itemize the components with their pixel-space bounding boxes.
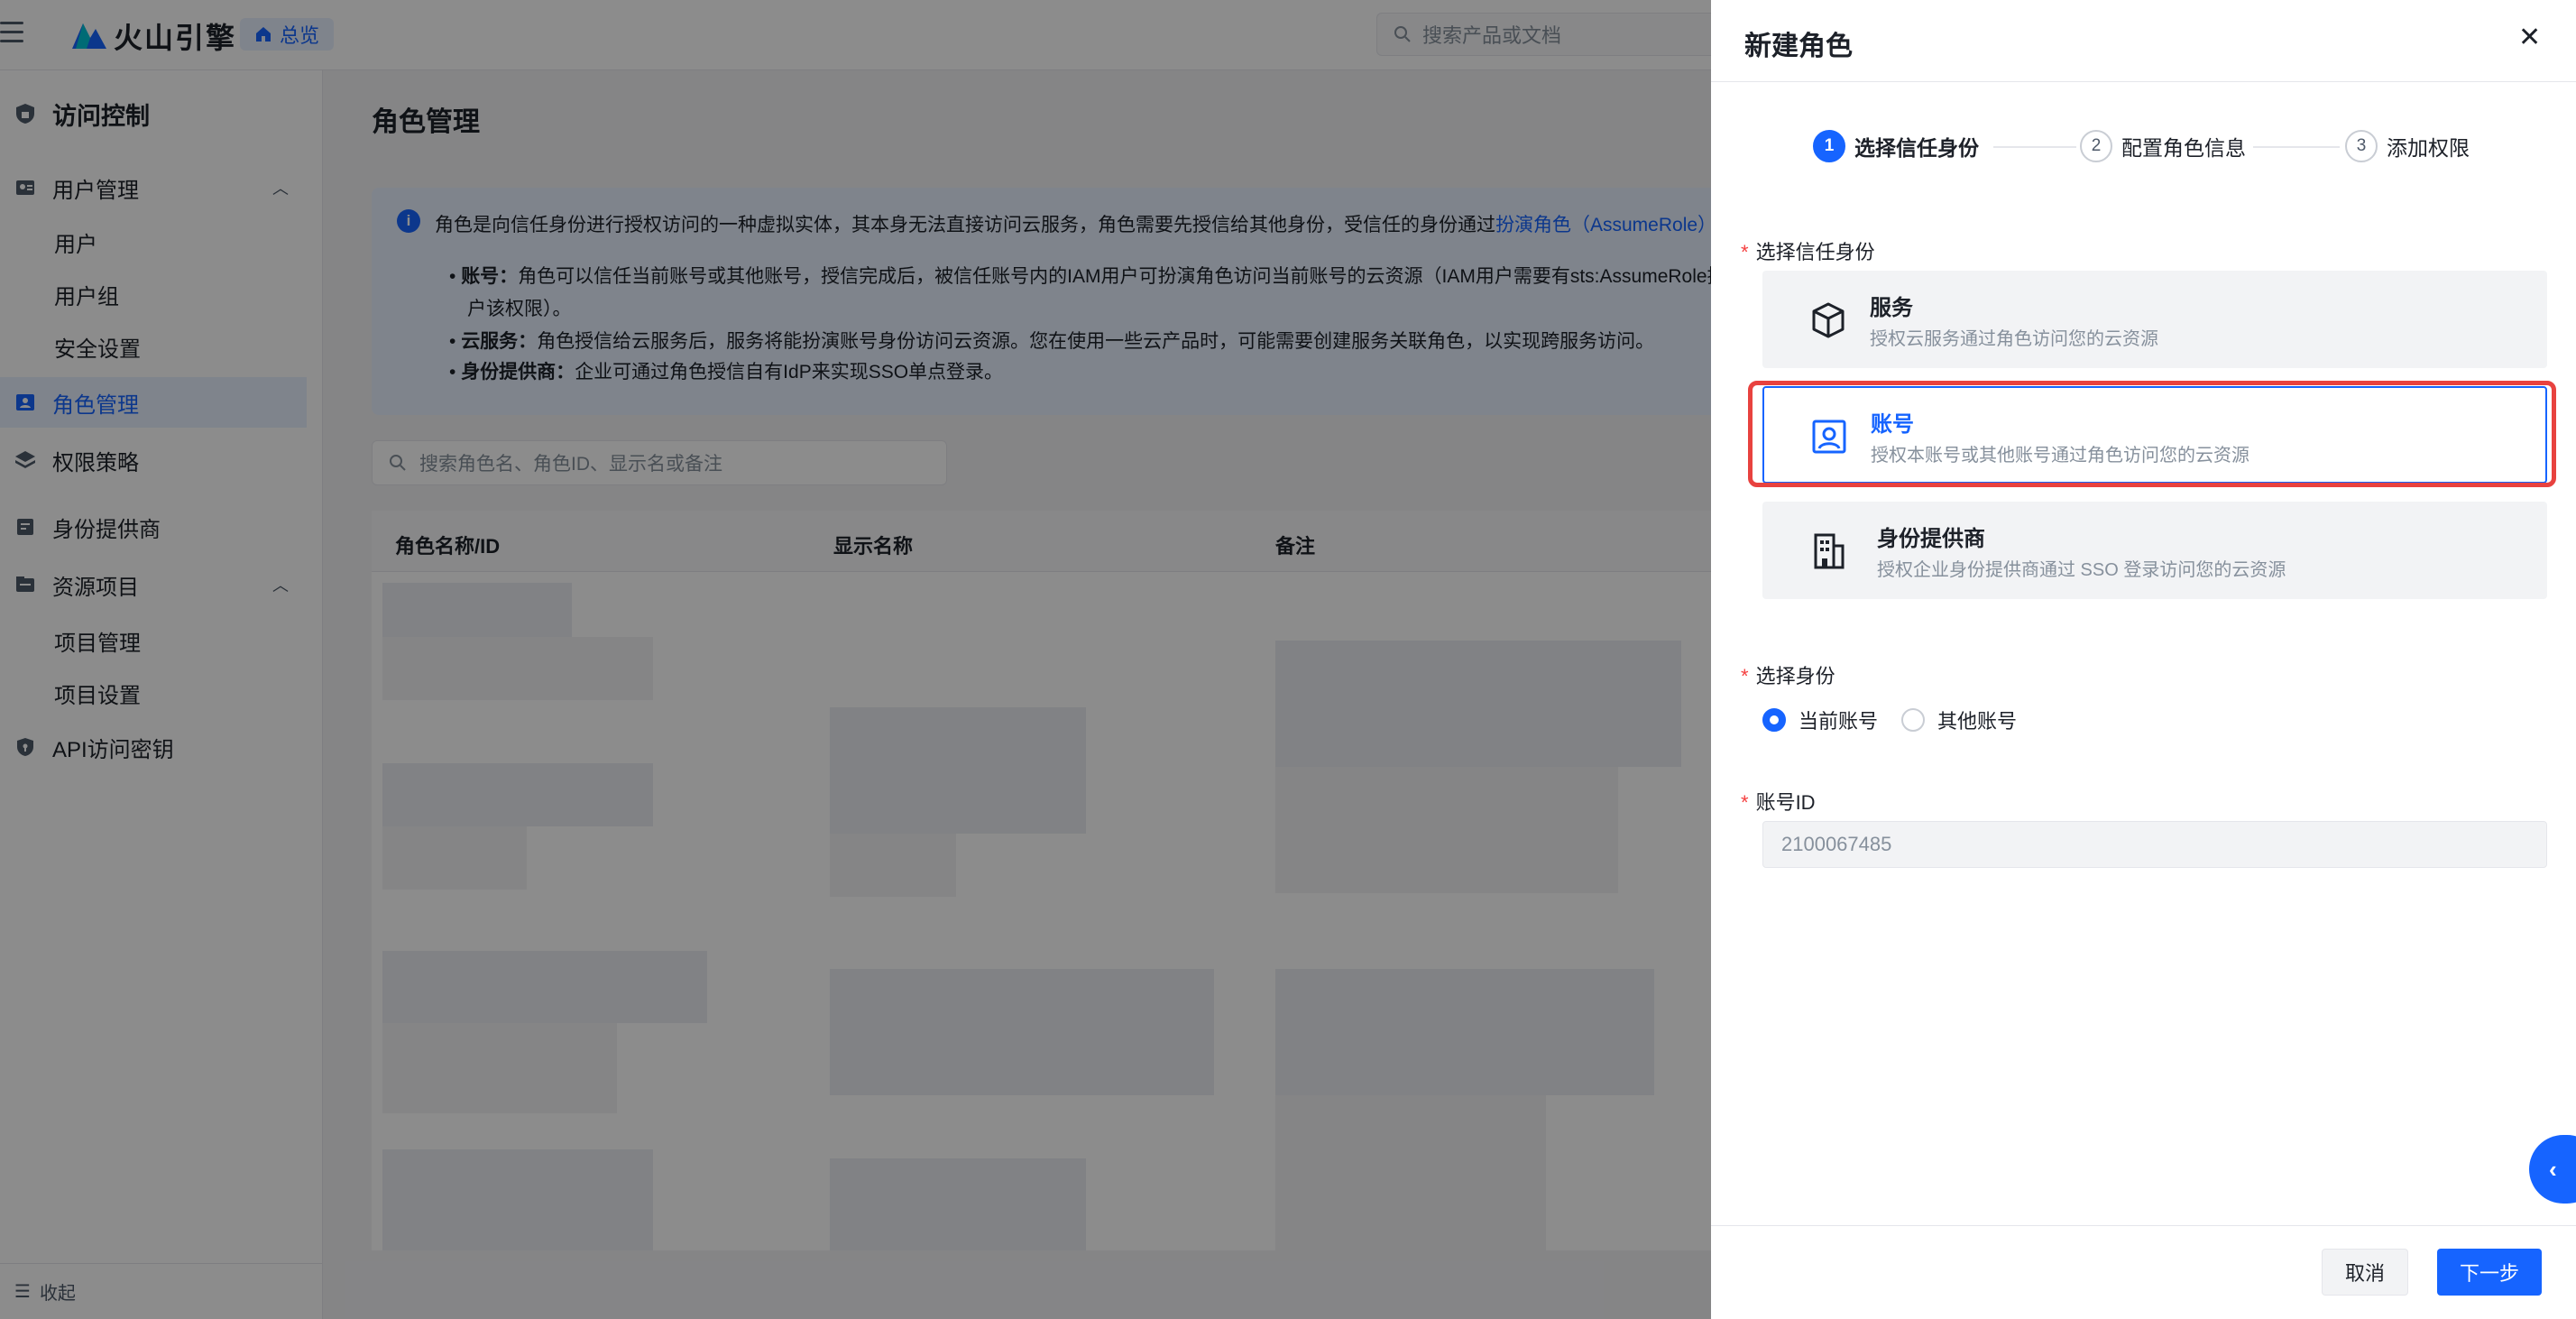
step-3: 3 添加权限: [2345, 130, 2470, 162]
select-identity-label: * 选择身份: [1741, 665, 1835, 687]
building-icon: [1814, 533, 1845, 569]
step-2: 2 配置角色信息: [2080, 130, 2246, 162]
option-desc: 授权云服务通过角色访问您的云资源: [1870, 329, 2158, 349]
step-connector: [2253, 146, 2340, 148]
radio-other-account[interactable]: 其他账号: [1901, 706, 2017, 734]
highlight-annotation: [1748, 381, 2556, 487]
radio-current-account[interactable]: 当前账号: [1762, 706, 1878, 734]
option-desc: 授权企业身份提供商通过 SSO 登录访问您的云资源: [1877, 560, 2286, 580]
radio-checked-icon: [1762, 708, 1786, 732]
step-number: 3: [2345, 130, 2378, 162]
create-role-drawer: [1711, 0, 2576, 1319]
option-title: 服务: [1870, 296, 1913, 320]
step-number: 2: [2080, 130, 2112, 162]
step-1: 1 选择信任身份: [1813, 130, 1979, 162]
divider: [1711, 81, 2576, 82]
account-id-field[interactable]: 2100067485: [1762, 821, 2547, 868]
close-icon[interactable]: ✕: [2518, 22, 2541, 53]
cancel-button[interactable]: 取消: [2322, 1249, 2408, 1296]
option-title: 身份提供商: [1877, 527, 1985, 551]
trust-option-service[interactable]: 服务 授权云服务通过角色访问您的云资源: [1762, 271, 2547, 368]
step-number: 1: [1813, 130, 1845, 162]
account-id-label: * 账号ID: [1741, 791, 1816, 814]
cube-icon: [1812, 302, 1845, 338]
drawer-title: 新建角色: [1744, 32, 1853, 61]
divider: [1711, 1225, 2576, 1226]
radio-unchecked-icon: [1901, 708, 1925, 732]
modal-overlay[interactable]: [0, 0, 1711, 1319]
step-label: 选择信任身份: [1854, 136, 1979, 160]
next-step-button[interactable]: 下一步: [2437, 1249, 2542, 1296]
step-connector: [1993, 146, 2076, 148]
trust-identity-label: * 选择信任身份: [1741, 241, 1875, 263]
trust-option-identity-provider[interactable]: 身份提供商 授权企业身份提供商通过 SSO 登录访问您的云资源: [1762, 502, 2547, 599]
step-label: 配置角色信息: [2121, 136, 2246, 160]
step-label: 添加权限: [2387, 136, 2470, 160]
